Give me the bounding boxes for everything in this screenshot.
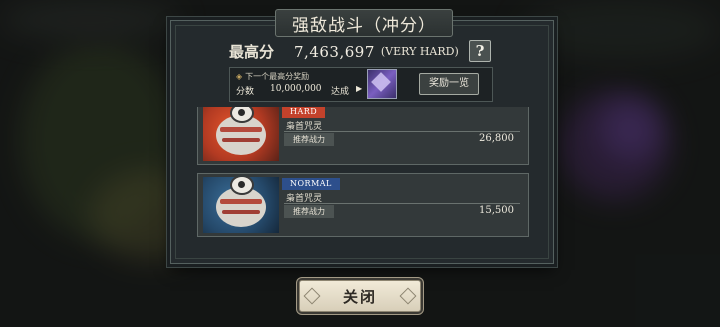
- reward-score-target: 10,000,000: [270, 84, 322, 94]
- next-reward-heading: ◈ 下一个最高分奖励: [236, 71, 309, 82]
- cursed-spirit-portrait: [203, 177, 279, 233]
- reward-reach-label: 达成: [331, 87, 350, 97]
- dialog-title-tab: 强敌战斗（冲分）: [275, 9, 453, 37]
- card-divider: [284, 203, 520, 204]
- help-button[interactable]: ?: [469, 40, 491, 62]
- best-score-row: 最高分 7,463,697 (VERY HARD): [229, 41, 459, 62]
- difficulty-badge: NORMAL: [282, 178, 340, 190]
- dialog-title: 强敌战斗（冲分）: [292, 15, 436, 36]
- best-score-label: 最高分: [229, 43, 275, 61]
- recommended-power-value: 15,500: [479, 205, 514, 216]
- cursed-spirit-portrait: [203, 107, 279, 161]
- recommended-power-value: 26,800: [479, 133, 514, 144]
- reward-item-icon[interactable]: [367, 69, 397, 99]
- recommended-power-label: 推荐战力: [284, 133, 334, 146]
- arrow-right-icon: ▶: [356, 84, 363, 93]
- best-score-value: 7,463,697: [294, 42, 375, 61]
- stage-card-hard[interactable]: HARD 枭首咒灵 推荐战力 26,800: [197, 107, 529, 165]
- stage-list[interactable]: HARD 枭首咒灵 推荐战力 26,800 NORMAL 枭首咒灵 推荐战力 1…: [197, 107, 539, 249]
- card-divider: [284, 131, 520, 132]
- ornament-icon: [303, 287, 321, 305]
- next-reward-panel: ◈ 下一个最高分奖励 分数 10,000,000 达成 ▶ 奖励一览: [229, 67, 493, 102]
- close-button-label: 关闭: [342, 287, 377, 306]
- score-attack-dialog: 强敌战斗（冲分） 最高分 7,463,697 (VERY HARD) ? ◈ 下一…: [170, 9, 554, 264]
- recommended-power-label: 推荐战力: [284, 205, 334, 218]
- next-reward-label: 下一个最高分奖励: [245, 72, 310, 81]
- reward-score-label: 分数: [236, 87, 255, 97]
- reward-list-button[interactable]: 奖励一览: [419, 73, 479, 95]
- difficulty-badge: HARD: [282, 107, 326, 118]
- stage-card-normal[interactable]: NORMAL 枭首咒灵 推荐战力 15,500: [197, 173, 529, 237]
- best-score-difficulty: (VERY HARD): [380, 45, 459, 58]
- close-button[interactable]: 关闭: [299, 280, 421, 312]
- diamond-icon: ◈: [236, 72, 243, 81]
- ornament-icon: [399, 287, 417, 305]
